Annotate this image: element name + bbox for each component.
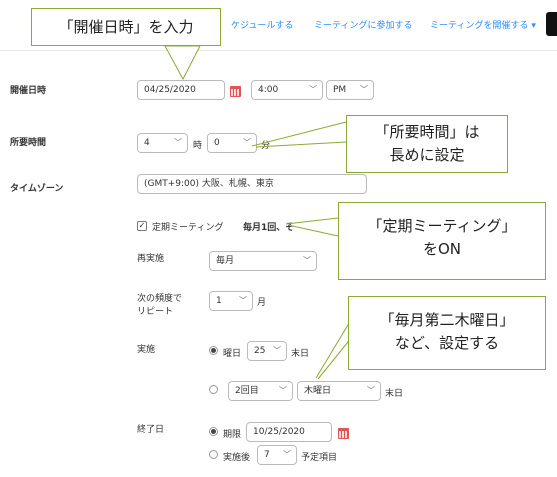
end-by-radio[interactable] <box>209 427 218 436</box>
day-suffix: 末日 <box>291 349 310 359</box>
nav-schedule-link[interactable]: ケジュールする <box>231 18 293 31</box>
repeat-every-label-line2: リピート <box>137 307 174 317</box>
recurrence-select[interactable]: 毎月 ﹀ <box>209 251 317 271</box>
datetime-callout-text: 「開催日時」を入力 <box>58 18 194 36</box>
chevron-down-icon: ﹀ <box>309 85 317 94</box>
weekday-suffix: 末日 <box>385 389 404 399</box>
monthly-callout-line2: など、設定する <box>394 334 500 352</box>
end-date-label: 終了日 <box>137 425 165 435</box>
datetime-callout: 「開催日時」を入力 <box>31 8 221 46</box>
chevron-down-icon: ﹀ <box>303 256 311 265</box>
minute-unit-label: 分 <box>261 141 271 151</box>
chevron-down-icon: ﹀ <box>243 138 251 147</box>
week-of-month-radio[interactable] <box>209 385 218 394</box>
day-of-month-radio[interactable] <box>209 346 218 355</box>
date-input[interactable]: 04/25/2020 <box>137 80 225 100</box>
duration-hours-value: 4 <box>144 138 150 148</box>
monthly-callout-line1: 「毎月第二木曜日」 <box>379 311 515 329</box>
nav-join-meeting-link[interactable]: ミーティングに参加する <box>314 18 412 31</box>
end-after-value: 7 <box>264 450 270 460</box>
weekday-select[interactable]: 木曜日 ﹀ <box>297 381 381 401</box>
end-after-radio[interactable] <box>209 450 218 459</box>
duration-minutes-value: 0 <box>214 138 220 148</box>
monthly-callout: 「毎月第二木曜日」 など、設定する <box>348 296 546 370</box>
recurring-callout: 「定期ミーティング」 をON <box>338 202 546 280</box>
repeat-every-unit: 月 <box>257 298 267 308</box>
chevron-down-icon: ﹀ <box>279 386 287 395</box>
time-select[interactable]: 4:00 ﹀ <box>251 80 323 100</box>
repeat-every-label-line1: 次の頻度で <box>137 294 183 304</box>
week-value: 2回目 <box>235 386 259 396</box>
end-by-label: 期限 <box>223 430 242 440</box>
day-label: 曜日 <box>223 349 242 359</box>
recurring-callout-pointer-2 <box>287 224 339 237</box>
end-after-suffix: 予定項目 <box>301 453 338 463</box>
when-label: 開催日時 <box>10 86 47 96</box>
duration-callout-line2: 長めに設定 <box>389 146 465 164</box>
recurrence-value: 毎月 <box>216 256 235 266</box>
chevron-down-icon: ﹀ <box>239 296 247 305</box>
calendar-icon[interactable] <box>230 86 241 97</box>
end-after-select[interactable]: 7 ﹀ <box>257 445 297 465</box>
ampm-select[interactable]: PM ﹀ <box>326 80 374 100</box>
duration-hours-select[interactable]: 4 ﹀ <box>137 133 188 153</box>
recurring-summary: 毎月1回、そ <box>243 223 295 233</box>
time-value: 4:00 <box>258 85 279 95</box>
end-after-label: 実施後 <box>223 453 251 463</box>
weekday-value: 木曜日 <box>304 386 332 396</box>
day-value: 25 <box>254 346 266 356</box>
chevron-down-icon: ﹀ <box>367 386 375 395</box>
day-select[interactable]: 25 ﹀ <box>247 341 287 361</box>
recurring-callout-line1: 「定期ミーティング」 <box>367 217 517 235</box>
week-select[interactable]: 2回目 ﹀ <box>228 381 293 401</box>
nav-host-meeting-link[interactable]: ミーティングを開催する ▾ <box>430 18 536 31</box>
duration-callout: 「所要時間」は 長めに設定 <box>346 115 508 173</box>
ampm-value: PM <box>333 85 347 95</box>
chevron-down-icon: ﹀ <box>360 85 368 94</box>
timezone-label: タイムゾーン <box>10 184 64 194</box>
duration-callout-line1: 「所要時間」は <box>374 123 480 141</box>
repeat-every-value: 1 <box>216 296 222 306</box>
avatar[interactable] <box>546 12 557 36</box>
recurring-label: 定期ミーティング <box>152 223 224 233</box>
end-by-date-input[interactable]: 10/25/2020 <box>246 422 332 442</box>
duration-label: 所要時間 <box>10 138 47 148</box>
timezone-select[interactable]: (GMT+9:00) 大阪、札幌、東京 <box>137 174 367 194</box>
duration-minutes-select[interactable]: 0 ﹀ <box>207 133 257 153</box>
recurrence-label: 再実施 <box>137 254 165 264</box>
chevron-down-icon: ﹀ <box>283 450 291 459</box>
calendar-icon[interactable] <box>338 428 349 439</box>
recurring-callout-line2: をON <box>422 240 462 258</box>
recurring-checkbox[interactable]: ✓ <box>137 221 147 231</box>
repeat-every-select[interactable]: 1 ﹀ <box>209 291 253 311</box>
chevron-down-icon: ﹀ <box>174 138 182 147</box>
occurs-on-label: 実施 <box>137 345 156 355</box>
hour-unit-label: 時 <box>193 141 203 151</box>
chevron-down-icon: ﹀ <box>273 346 281 355</box>
